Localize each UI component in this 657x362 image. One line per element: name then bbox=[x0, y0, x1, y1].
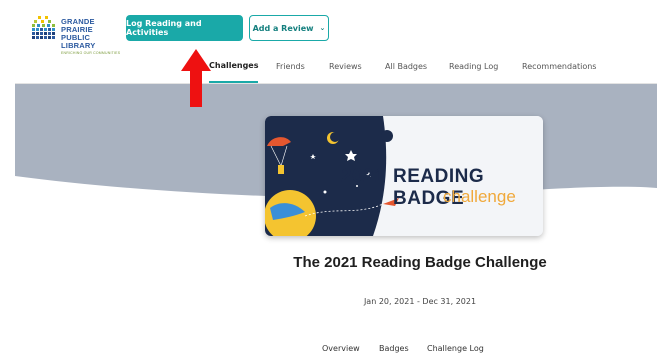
tab-label: Friends bbox=[276, 62, 305, 71]
site-header: GRANDE PRAIRIE PUBLIC LIBRARY ENRICHING … bbox=[15, 8, 657, 55]
log-reading-label: Log Reading and Activities bbox=[126, 19, 202, 37]
tab-all-badges[interactable]: All Badges bbox=[385, 50, 427, 83]
subtab-badges[interactable]: Badges bbox=[379, 344, 409, 353]
tab-challenges[interactable]: Challenges bbox=[209, 50, 259, 83]
tab-label: Recommendations bbox=[522, 62, 597, 71]
page-frame: GRANDE PRAIRIE PUBLIC LIBRARY ENRICHING … bbox=[15, 0, 657, 362]
chevron-down-icon: ⌄ bbox=[319, 23, 326, 32]
tab-label: Reviews bbox=[329, 62, 362, 71]
tab-label: Challenges bbox=[209, 61, 259, 70]
tab-friends[interactable]: Friends bbox=[276, 50, 305, 83]
subtab-overview[interactable]: Overview bbox=[322, 344, 360, 353]
tab-reviews[interactable]: Reviews bbox=[329, 50, 362, 83]
library-logo[interactable]: GRANDE PRAIRIE PUBLIC LIBRARY ENRICHING … bbox=[32, 14, 122, 55]
red-arrow-up-icon bbox=[181, 49, 211, 107]
logo-line-2: PUBLIC LIBRARY bbox=[61, 33, 96, 50]
tab-label: All Badges bbox=[385, 62, 428, 71]
add-review-label: Add a Review bbox=[252, 23, 314, 33]
badge-year: 2021 bbox=[341, 166, 386, 187]
logo-line-1: GRANDE PRAIRIE bbox=[61, 17, 95, 34]
log-reading-button[interactable]: Log Reading and Activities bbox=[126, 15, 243, 41]
challenge-subtabs: Overview Badges Challenge Log bbox=[15, 340, 657, 360]
badge-image: 2021 READING BADGE challenge bbox=[265, 116, 543, 236]
logo-mosaic-icon bbox=[32, 16, 55, 39]
tab-label: Reading Log bbox=[449, 62, 499, 71]
badge-subheading: challenge bbox=[443, 187, 516, 206]
challenge-title: The 2021 Reading Badge Challenge bbox=[293, 254, 547, 271]
subtab-challenge-log[interactable]: Challenge Log bbox=[427, 344, 484, 353]
add-review-button[interactable]: Add a Review ⌄ bbox=[249, 15, 329, 41]
tab-recommendations[interactable]: Recommendations bbox=[522, 50, 596, 83]
challenge-dates: Jan 20, 2021 - Dec 31, 2021 bbox=[363, 297, 477, 306]
main-tabs: Challenges Friends Reviews All Badges Re… bbox=[15, 50, 657, 84]
tab-reading-log[interactable]: Reading Log bbox=[449, 50, 498, 83]
